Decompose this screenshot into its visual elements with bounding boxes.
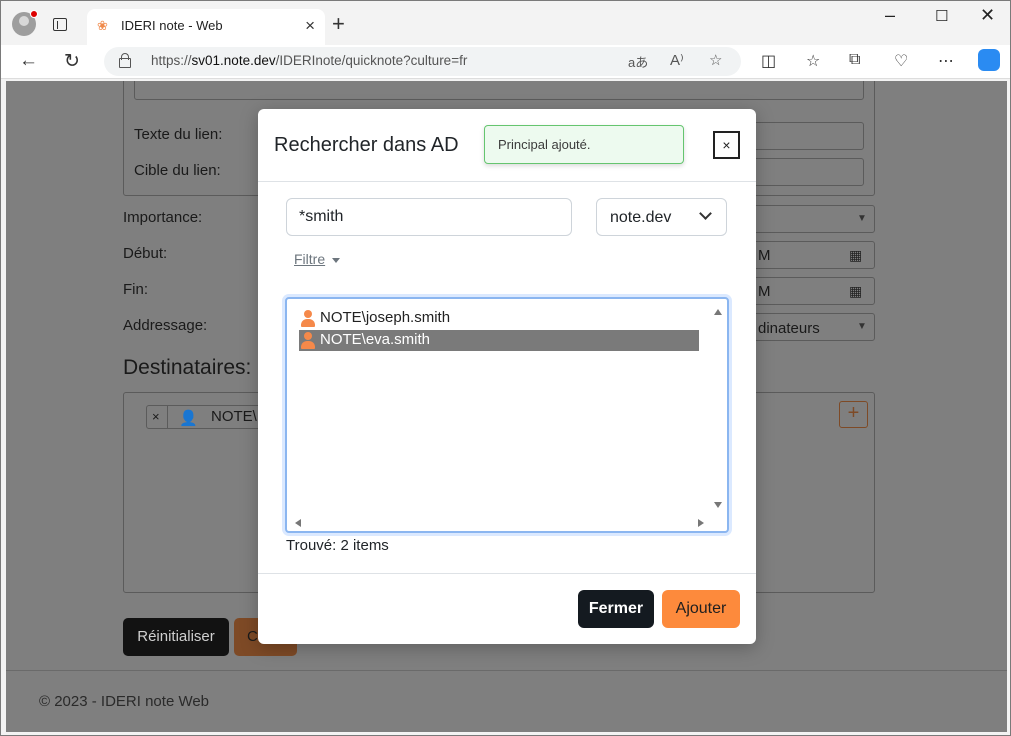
scroll-left-icon[interactable] <box>295 519 301 527</box>
recipient-chip-label: NOTE\ <box>211 408 257 425</box>
add-button[interactable]: Ajouter <box>662 590 740 628</box>
scroll-up-icon[interactable] <box>714 309 722 315</box>
new-tab-icon[interactable]: + <box>332 11 345 37</box>
addressing-label: Addressage: <box>123 317 208 334</box>
toast-message: Principal ajouté. <box>498 137 591 152</box>
end-label: Fin: <box>123 281 149 298</box>
address-bar: ← ↻ https://sv01.note.dev/IDERInote/quic… <box>1 45 1010 79</box>
translate-icon[interactable]: aあ <box>628 52 648 71</box>
browser-essentials-icon[interactable]: ♡ <box>894 51 908 71</box>
start-label: Début: <box>123 245 168 262</box>
add-recipient-button[interactable]: + <box>839 401 868 428</box>
modal-title: Rechercher dans AD <box>274 134 459 156</box>
link-target-input[interactable] <box>751 158 864 186</box>
url-field[interactable]: https://sv01.note.dev/IDERInote/quicknot… <box>104 47 741 76</box>
end-time-value: M <box>758 283 771 300</box>
importance-label: Importance: <box>123 209 203 226</box>
maximize-icon[interactable]: ☐ <box>935 7 948 25</box>
remove-recipient-icon[interactable]: × <box>152 409 160 424</box>
notification-dot <box>30 10 38 18</box>
addressing-select[interactable]: dinateurs ▼ <box>751 313 875 341</box>
more-options-icon[interactable]: ⋯ <box>938 51 954 71</box>
split-screen-icon[interactable]: ◫ <box>761 51 776 71</box>
results-listbox[interactable]: NOTE\joseph.smith NOTE\eva.smith <box>285 297 729 533</box>
calendar-icon[interactable]: ▦ <box>849 283 862 300</box>
footer-divider <box>6 670 1007 671</box>
end-datetime-input[interactable]: M ▦ <box>751 277 875 305</box>
minimize-icon[interactable]: – <box>885 5 895 26</box>
message-textarea[interactable] <box>134 81 864 100</box>
start-time-value: M <box>758 247 771 264</box>
caret-down-icon <box>332 258 340 263</box>
user-icon <box>301 310 315 327</box>
start-datetime-input[interactable]: M ▦ <box>751 241 875 269</box>
favorites-icon[interactable]: ☆ <box>806 51 820 71</box>
favorite-star-icon[interactable]: ☆ <box>709 51 722 69</box>
recipients-heading: Destinataires: <box>123 356 252 379</box>
success-toast: Principal ajouté. <box>484 125 684 164</box>
modal-close-button[interactable]: × <box>713 131 740 159</box>
chevron-down-icon: ▼ <box>857 213 867 224</box>
ideri-favicon-icon: ❀ <box>97 18 108 33</box>
reset-button[interactable]: Réinitialiser <box>123 618 229 656</box>
chevron-down-icon <box>699 207 712 220</box>
tab-close-icon[interactable]: × <box>305 16 315 36</box>
filter-toggle[interactable]: Filtre <box>294 251 325 267</box>
domain-select[interactable]: note.dev <box>596 198 727 236</box>
refresh-icon[interactable]: ↻ <box>64 50 80 73</box>
tab-bar: ❀ IDERI note - Web × + – ☐ ✕ <box>1 1 1010 45</box>
domain-select-value: note.dev <box>610 209 672 226</box>
found-count: Trouvé: 2 items <box>286 537 389 554</box>
close-button[interactable]: Fermer <box>578 590 654 628</box>
tab-title: IDERI note - Web <box>121 18 223 33</box>
scroll-down-icon[interactable] <box>714 502 722 508</box>
list-item[interactable]: NOTE\eva.smith <box>299 330 699 351</box>
link-target-label: Cible du lien: <box>134 162 221 179</box>
collections-icon[interactable]: ⧉ <box>849 51 860 69</box>
read-aloud-icon[interactable]: A⁾ <box>670 51 684 69</box>
calendar-icon[interactable]: ▦ <box>849 247 862 264</box>
importance-select[interactable]: ▼ <box>751 205 875 233</box>
modal-header-divider <box>258 181 756 182</box>
back-icon[interactable]: ← <box>19 50 38 72</box>
tab-actions-icon[interactable] <box>53 18 67 31</box>
list-item[interactable]: NOTE\joseph.smith <box>299 308 699 329</box>
footer-copyright: © 2023 - IDERI note Web <box>39 693 210 710</box>
browser-window: ❀ IDERI note - Web × + – ☐ ✕ ← ↻ https:/… <box>0 0 1011 736</box>
browser-tab[interactable]: ❀ IDERI note - Web × <box>87 9 325 45</box>
user-icon: 👤 <box>179 410 198 427</box>
search-ad-modal: Rechercher dans AD × note.dev Filtre NOT… <box>258 109 756 644</box>
close-window-icon[interactable]: ✕ <box>980 5 995 26</box>
addressing-value: dinateurs <box>758 320 820 337</box>
copilot-icon[interactable] <box>978 49 1000 71</box>
url-text: https://sv01.note.dev/IDERInote/quicknot… <box>151 53 468 68</box>
lock-icon <box>119 53 131 68</box>
recipient-chip: × 👤 NOTE\ <box>146 405 276 429</box>
scroll-right-icon[interactable] <box>698 519 704 527</box>
modal-footer-divider <box>258 573 756 574</box>
profile-avatar-icon[interactable] <box>12 10 38 36</box>
chevron-down-icon: ▼ <box>857 321 867 332</box>
link-text-label: Texte du lien: <box>134 126 223 143</box>
search-input[interactable] <box>286 198 572 236</box>
user-icon <box>301 332 315 349</box>
link-text-input[interactable] <box>751 122 864 150</box>
